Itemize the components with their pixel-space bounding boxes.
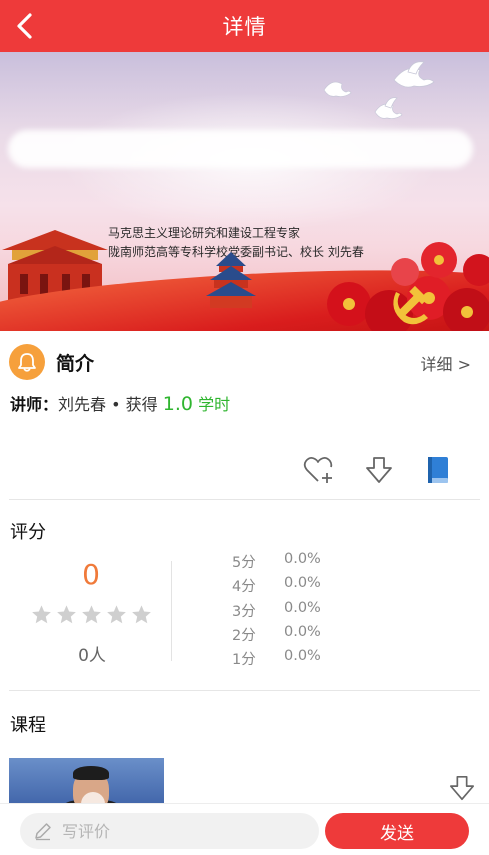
info-separator: •	[106, 395, 126, 414]
credit-hours-unit: 学时	[198, 395, 231, 414]
credit-hours-value: 1.0	[162, 393, 193, 415]
divider	[9, 499, 480, 500]
distribution-percent: 0.0%	[284, 599, 321, 616]
earn-text: 获得	[125, 395, 158, 414]
distribution-percent: 0.0%	[284, 648, 321, 665]
lecturer-label: 讲师：	[10, 395, 59, 414]
heart-plus-icon	[303, 456, 333, 483]
credit-hours: 1.0 学时	[162, 393, 231, 415]
lecturer-info: 讲师：刘先春 • 获得 1.0 学时	[10, 391, 230, 415]
distribution-row: 1分 0.0%	[232, 648, 344, 672]
banner-cloud	[8, 130, 473, 168]
page-title: 详情	[222, 15, 267, 39]
star-icon	[132, 605, 151, 624]
rating-distribution: 5分 0.0% 4分 0.0% 3分 0.0% 2分 0.0% 1分 0.0%	[232, 551, 344, 672]
rating-title: 评分	[10, 522, 46, 543]
distribution-percent: 0.0%	[284, 623, 321, 640]
intro-badge	[9, 344, 45, 380]
party-emblem-icon	[393, 285, 428, 325]
star-icon	[32, 605, 51, 624]
download-button[interactable]	[362, 453, 396, 487]
lecturer-name: 刘先春	[58, 395, 107, 414]
distribution-row: 2分 0.0%	[232, 624, 344, 648]
dove-icon	[393, 61, 435, 88]
intro-header: 简介 详细 >	[0, 340, 489, 384]
course-download-button[interactable]	[446, 772, 478, 804]
star-icon	[107, 605, 126, 624]
star-icon	[57, 605, 76, 624]
distribution-level: 3分	[232, 603, 256, 620]
distribution-level: 2分	[232, 627, 256, 644]
detail-link[interactable]: 详细 >	[421, 351, 472, 375]
distribution-percent: 0.0%	[284, 575, 321, 592]
temple-of-heaven-illustration	[206, 252, 256, 308]
rating-people-count: 0人	[78, 646, 106, 666]
course-actions	[0, 453, 489, 487]
distribution-level: 4分	[232, 579, 256, 596]
detail-page: 详情 马克思主义理论研究和建设工程专家 陇南师范高等专科学校党委副书记、校长 刘…	[0, 0, 489, 855]
comment-box	[20, 813, 319, 849]
lecturer-figure-hair	[73, 766, 109, 780]
intro-title: 简介	[56, 353, 95, 375]
divider	[9, 690, 480, 691]
rating-stars	[31, 604, 152, 625]
dove-icon	[323, 81, 352, 97]
distribution-level: 1分	[232, 652, 256, 669]
rating-vertical-divider	[171, 561, 172, 661]
rating-score: 0	[82, 558, 100, 591]
favorite-button[interactable]	[302, 453, 336, 487]
course-title: 课程	[10, 715, 46, 736]
book-icon	[428, 457, 448, 483]
download-arrow-icon	[449, 775, 475, 801]
pencil-icon	[32, 820, 54, 842]
distribution-percent: 0.0%	[284, 551, 321, 567]
send-button[interactable]: 发送	[325, 813, 469, 849]
download-arrow-icon	[366, 457, 392, 483]
star-icon	[82, 605, 101, 624]
course-video-thumbnail[interactable]	[9, 758, 164, 808]
banner-caption-title: 马克思主义理论研究和建设工程专家	[108, 226, 301, 240]
comment-input[interactable]	[62, 821, 302, 841]
distribution-row: 4分 0.0%	[232, 575, 344, 599]
distribution-row: 3分 0.0%	[232, 600, 344, 624]
dove-icon	[374, 97, 403, 119]
back-button[interactable]	[8, 10, 40, 42]
distribution-row: 5分 0.0%	[232, 551, 344, 575]
course-banner-image: 马克思主义理论研究和建设工程专家 陇南师范高等专科学校党委副书记、校长 刘先春	[0, 52, 489, 331]
bell-icon	[18, 353, 36, 372]
chevron-left-icon	[17, 13, 32, 39]
comment-bar: 发送	[0, 803, 489, 855]
book-button[interactable]	[421, 453, 455, 487]
distribution-level: 5分	[232, 555, 256, 571]
nav-header: 详情	[0, 0, 489, 52]
